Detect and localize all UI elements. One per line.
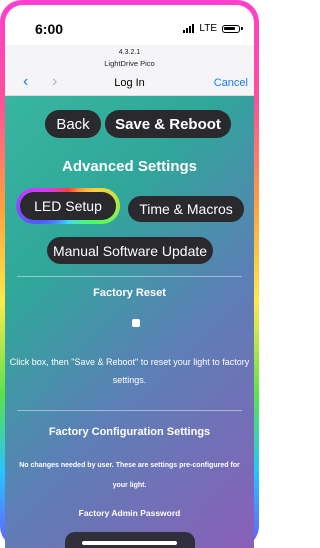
time-macros-button[interactable]: Time & Macros [128,196,244,222]
signal-icon [183,24,195,33]
settings-page: Back Save & Reboot Advanced Settings LED… [5,96,254,548]
admin-password-label: Factory Admin Password [78,508,181,518]
cancel-button[interactable]: Cancel [214,77,248,89]
status-time: 6:00 [35,21,64,37]
factory-reset-checkbox[interactable] [132,319,140,327]
site-name: LightDrive Pico [104,59,155,68]
factory-reset-heading: Factory Reset [93,287,166,299]
divider [17,410,242,411]
divider [17,276,242,277]
phone-screen: 6:00 LTE 4.3.2.1 LightDrive Pico ‹ › Log… [5,5,254,548]
led-setup-button[interactable]: LED Setup [20,192,116,220]
factory-reset-description: Click box, then "Save & Reboot" to reset… [9,357,250,385]
factory-config-heading: Factory Configuration Settings [48,426,211,438]
factory-config-description: No changes needed by user. These are set… [19,462,240,489]
carrier-label: LTE [199,23,217,34]
back-button[interactable]: Back [45,110,101,138]
battery-icon [222,24,243,33]
status-indicators: LTE [183,23,243,34]
led-setup-rainbow-ring: LED Setup [16,188,120,224]
browser-header: 4.3.2.1 LightDrive Pico ‹ › Log In Cance… [5,45,254,96]
status-bar: 6:00 LTE [5,5,254,45]
save-reboot-button[interactable]: Save & Reboot [105,110,231,138]
bottom-panel [65,532,195,548]
version-label: 4.3.2.1 [118,49,141,56]
home-indicator[interactable] [82,541,177,545]
manual-update-button[interactable]: Manual Software Update [47,237,213,264]
advanced-settings-heading: Advanced Settings [61,158,198,175]
